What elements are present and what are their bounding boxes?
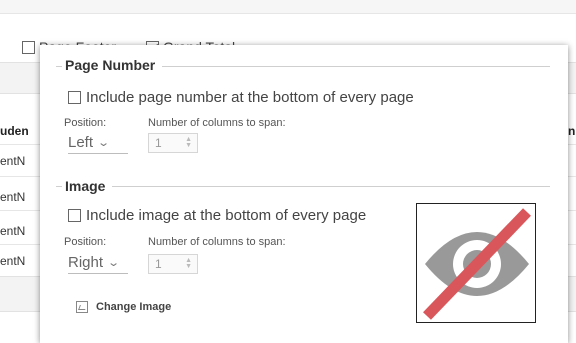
image-position-label: Position: [64, 236, 107, 248]
stepper-arrows-icon[interactable]: ▲ ▼ [185, 257, 192, 270]
table-cell: entN [0, 190, 26, 204]
page-number-columns-value: 1 [155, 136, 162, 150]
page-number-position-select[interactable]: Left ⌄ [68, 132, 128, 154]
table-row-divider [0, 176, 40, 177]
include-image-checkbox[interactable] [68, 209, 81, 222]
change-image-button[interactable]: Change Image [76, 301, 171, 313]
image-icon [76, 301, 88, 313]
chevron-down-icon: ⌄ [97, 137, 111, 149]
image-position-select[interactable]: Right ⌄ [68, 252, 128, 274]
table-cell: entN [0, 224, 26, 238]
image-position-value: Right [68, 254, 104, 271]
image-columns-value: 1 [155, 257, 162, 271]
include-page-number-checkbox[interactable] [68, 91, 81, 104]
page-number-position-value: Left [68, 134, 94, 151]
footer-settings-panel: Page Number Include page number at the b… [40, 45, 568, 343]
page-number-position-label: Position: [64, 117, 107, 129]
page-number-section-title: Page Number [62, 57, 159, 73]
table-cell: entN [0, 154, 26, 168]
image-columns-stepper[interactable]: 1 ▲ ▼ [148, 254, 198, 274]
table-header-left: uden [0, 124, 29, 138]
table-cell: entN [0, 254, 26, 268]
table-row-divider [0, 244, 40, 245]
table-header-right: n [568, 124, 576, 138]
section-divider [162, 66, 550, 67]
page-number-columns-stepper[interactable]: 1 ▲ ▼ [148, 133, 198, 153]
section-divider [112, 186, 550, 187]
chevron-down-icon: ⌄ [107, 257, 121, 269]
page-number-columns-label: Number of columns to span: [148, 117, 286, 129]
include-image-label: Include image at the bottom of every pag… [86, 207, 367, 224]
page-footer-checkbox[interactable] [22, 40, 35, 54]
stepper-arrows-icon[interactable]: ▲ ▼ [185, 136, 192, 149]
image-columns-label: Number of columns to span: [148, 236, 286, 248]
image-section-title: Image [62, 178, 109, 194]
include-page-number-option[interactable]: Include page number at the bottom of eve… [68, 89, 414, 106]
change-image-label: Change Image [96, 301, 172, 313]
table-row-divider [0, 210, 40, 211]
table-row-divider [0, 144, 40, 145]
include-image-option[interactable]: Include image at the bottom of every pag… [68, 207, 366, 224]
image-preview [416, 203, 536, 323]
include-page-number-label: Include page number at the bottom of eve… [86, 89, 414, 106]
background-top-band [0, 0, 576, 14]
eye-slash-icon [423, 208, 531, 320]
